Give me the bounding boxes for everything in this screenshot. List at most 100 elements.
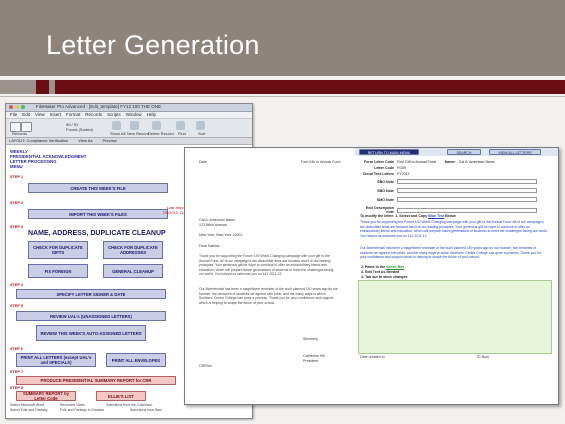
view-as-label[interactable]: View As — [78, 138, 92, 144]
template-paragraph[interactable]: Our Bicentennial has been a magnificent … — [360, 246, 548, 260]
field-label: Letter Code — [374, 166, 394, 170]
footer-left: Date created to — [360, 355, 385, 359]
field-label: Cloud Text Letters — [362, 172, 394, 176]
step-text: 2. Paste in the — [361, 265, 386, 269]
window-title: FileMaker Pro Advanced - [Edit_template]… — [36, 104, 161, 109]
step-label: STEP 2 — [10, 201, 24, 205]
blue-text-link[interactable]: Blue Text — [428, 214, 444, 218]
print-envelopes-button[interactable]: PRINT ALL ENVELOPES — [106, 353, 166, 367]
specify-signer-button[interactable]: SPECIFY LETTER SIGNER & DATE — [16, 289, 166, 299]
footer-note: Selections from the Collection — [106, 403, 153, 407]
review-ual-button[interactable]: REVIEW UAL's (UNASSIGNED LETTERS) — [16, 311, 166, 321]
step-label: STEP 7 — [10, 370, 24, 374]
show-all-icon[interactable] — [112, 121, 121, 130]
description-row: Excl Description note — [360, 206, 537, 214]
smo-note-row: SMO Note — [360, 197, 537, 202]
summary-report-button[interactable]: SUMMARY REPORT by Letter Code — [16, 391, 76, 401]
sbo-note-input[interactable] — [397, 188, 537, 193]
date-label: Date — [199, 160, 207, 164]
sort-icon[interactable] — [196, 121, 205, 130]
field-value[interactable]: FY2012 — [397, 172, 410, 176]
menu-scripts[interactable]: Scripts — [107, 112, 121, 118]
step-tab: 4. Tab out to store changes — [361, 275, 408, 279]
edit-text-area[interactable] — [358, 280, 552, 354]
letter-paragraph: Thank you for supporting the Forum 100 W… — [199, 254, 334, 277]
letter-document: RETURN TO MAIN MENU SEARCH VIEW ALL LETT… — [184, 147, 559, 405]
menu-view[interactable]: View — [35, 112, 45, 118]
menu-bar: File Edit View Insert Format Records Scr… — [6, 112, 252, 119]
smo-note-input[interactable] — [397, 197, 537, 202]
footer-note: Select Microsoft Word — [10, 403, 45, 407]
create-file-button[interactable]: CREATE THIS WEEK'S FILE — [28, 183, 168, 193]
new-record-icon[interactable] — [130, 121, 139, 130]
field-value[interactable]: FG09 — [397, 166, 406, 170]
closing: Sincerely, — [303, 337, 319, 341]
template-paragraph[interactable]: Thank you for supporting the Forum 100 W… — [360, 220, 548, 238]
accent-bar — [55, 80, 565, 94]
sort-label: Sort — [198, 131, 206, 136]
field-label: Form Letter Code — [364, 160, 394, 164]
menu-window[interactable]: Window — [126, 112, 142, 118]
sbo-note-row: SBO Note — [360, 188, 537, 193]
footer-note: Folk and Fantasy in Disaster — [60, 408, 105, 412]
import-files-button[interactable]: IMPORT THIS WEEK'S FILES — [28, 209, 168, 219]
maximize-icon[interactable] — [21, 105, 25, 109]
menu-records[interactable]: Records — [85, 112, 102, 118]
general-cleanup-button[interactable]: GENERAL CLEANUP — [103, 264, 163, 278]
header-line: MENU — [10, 164, 23, 169]
form-letter-code-row: Form Letter Code First Gift to Annual Fu… — [360, 160, 495, 164]
sbo-note-row: SBO Note — [360, 179, 537, 184]
slide: Letter Generation FileMaker Pro Advanced… — [0, 0, 565, 424]
step-label: STEP 4 — [10, 283, 24, 287]
footer-note: Selections from Bad — [130, 408, 162, 412]
step-edit: 3. Edit Text As Needed — [361, 270, 400, 274]
cloud-text-row: Cloud Text Letters FY2012 — [360, 172, 410, 176]
signer-name: Catherine Hill — [303, 354, 325, 358]
letter-code-row: Letter Code FG09 — [360, 166, 406, 170]
step-label: STEP 5 — [10, 304, 24, 308]
fix-foreign-button[interactable]: FIX FOREIGN — [28, 264, 88, 278]
cc-label: CRR/vh — [199, 364, 212, 368]
step-paste: 2. Paste in the Green Box — [361, 265, 404, 269]
print-letters-button[interactable]: PRINT ALL LETTERS (except UAL's and SPEC… — [16, 353, 96, 367]
view-all-letters-button[interactable]: VIEW ALL LETTERS — [489, 149, 541, 155]
delete-record-icon[interactable] — [152, 121, 161, 130]
menu-insert[interactable]: Insert — [50, 112, 61, 118]
step-label: STEP 1 — [10, 175, 24, 179]
fund-label: Font 64b to Annual Fund — [301, 160, 341, 164]
name-label: Name: — [444, 160, 456, 164]
minimize-icon[interactable] — [15, 105, 19, 109]
name-value[interactable]: Cal A. American Name — [459, 160, 495, 164]
menu-help[interactable]: Help — [147, 112, 156, 118]
step-label: STEP 3 — [10, 225, 24, 229]
menu-edit[interactable]: Edit — [22, 112, 30, 118]
modify-suffix: Below — [445, 214, 456, 218]
address-line: 123 Wish Avenue — [199, 223, 227, 227]
green-box-link[interactable]: Green Box — [386, 265, 404, 269]
sbo-note-input[interactable] — [397, 179, 537, 184]
menu-file[interactable]: File — [10, 112, 17, 118]
field-label: SBO Note — [377, 188, 394, 193]
produce-summary-button[interactable]: PRODUCE PRESIDENTIAL SUMMARY REPORT for … — [16, 376, 176, 385]
menu-format[interactable]: Format — [66, 112, 80, 118]
cleanup-heading: NAME, ADDRESS, DUPLICATE CLEANUP — [28, 230, 166, 237]
layout-label[interactable]: LAYOUT: Compliance Verification — [9, 138, 68, 144]
footer-right: ID Num — [477, 355, 490, 359]
search-button[interactable]: SEARCH — [447, 149, 481, 155]
address-line: New York, New York 10001 — [199, 233, 243, 237]
field-value[interactable]: First Gift to Annual Fund — [397, 160, 436, 164]
close-icon[interactable] — [9, 105, 13, 109]
toolbar: Records 90 / 91 Found (Sorted) Show All … — [6, 119, 252, 138]
ellies-list-button[interactable]: ELLIE'S LIST — [96, 391, 146, 401]
signer-title: President — [303, 359, 319, 363]
letter-paragraph: Our Bicentennial has been a magnificent … — [199, 287, 338, 305]
check-addresses-button[interactable]: CHECK FOR DUPLICATE ADDRESSES — [103, 241, 163, 259]
menu-header: WEEKLY PRESIDENTIAL ACKNOWLEDGMENT LETTE… — [10, 149, 86, 169]
check-gifts-button[interactable]: CHECK FOR DUPLICATE GIFTS — [28, 241, 88, 259]
review-auto-button[interactable]: REVIEW THIS WEEK'S AUTO-ASSIGNED LETTERS — [36, 325, 146, 341]
preview-button[interactable]: Preview — [102, 138, 116, 144]
description-input[interactable] — [397, 207, 537, 213]
modify-instructions: To modify the letter: 1. Select and Copy… — [360, 214, 456, 218]
return-main-menu-button[interactable]: RETURN TO MAIN MENU — [359, 149, 419, 155]
find-icon[interactable] — [176, 121, 185, 130]
